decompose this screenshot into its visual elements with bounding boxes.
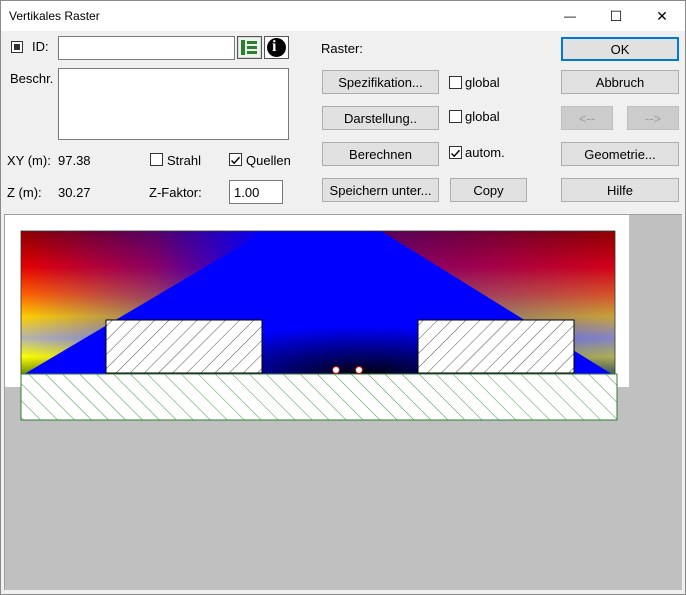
description-textarea[interactable] (58, 68, 289, 140)
minimize-button[interactable]: — (547, 1, 593, 31)
autom-label: autom. (465, 145, 505, 160)
global-spez-label: global (465, 75, 500, 90)
berechnen-button[interactable]: Berechnen (322, 142, 439, 166)
raster-label: Raster: (321, 41, 363, 56)
z-value: 30.27 (58, 185, 91, 200)
autom-checkbox[interactable] (449, 146, 462, 159)
dialog-window: Vertikales Raster — ☐ ✕ ID: i Beschr. XY… (0, 0, 686, 595)
speichern-unter-button[interactable]: Speichern unter... (322, 178, 439, 202)
minimize-icon: — (564, 9, 576, 23)
darstellung-button[interactable]: Darstellung.. (322, 106, 439, 130)
quellen-checkbox[interactable] (229, 153, 242, 166)
id-toggle[interactable] (11, 41, 23, 53)
raster-view[interactable] (4, 214, 682, 590)
zfaktor-input[interactable] (229, 180, 283, 204)
global-darst-label: global (465, 109, 500, 124)
strahl-label: Strahl (167, 153, 201, 168)
info-icon[interactable]: i (264, 36, 289, 59)
hilfe-button[interactable]: Hilfe (561, 178, 679, 202)
abbruch-button[interactable]: Abbruch (561, 70, 679, 94)
maximize-button[interactable]: ☐ (593, 1, 639, 31)
info-glyph: i (272, 38, 277, 55)
global-darst-checkbox[interactable] (449, 110, 462, 123)
window-title: Vertikales Raster (9, 9, 100, 23)
next-button[interactable]: --> (627, 106, 679, 130)
copy-button[interactable]: Copy (450, 178, 527, 202)
building-left-hatch (105, 319, 263, 374)
ground-hatch (20, 373, 618, 421)
id-input[interactable] (58, 36, 235, 60)
quellen-label: Quellen (246, 153, 291, 168)
noise-map[interactable] (5, 215, 682, 590)
strahl-checkbox[interactable] (150, 153, 163, 166)
maximize-icon: ☐ (609, 7, 623, 24)
ok-button[interactable]: OK (561, 37, 679, 61)
building-right-hatch (417, 319, 575, 374)
checkmark-icon (450, 149, 461, 158)
close-button[interactable]: ✕ (639, 1, 685, 31)
geometrie-button[interactable]: Geometrie... (561, 142, 679, 166)
zfaktor-label: Z-Faktor: (149, 185, 202, 200)
close-icon: ✕ (656, 7, 668, 24)
tree-icon[interactable] (237, 36, 262, 59)
xy-label: XY (m): (7, 153, 51, 168)
z-label: Z (m): (7, 185, 42, 200)
xy-value: 97.38 (58, 153, 91, 168)
spezifikation-button[interactable]: Spezifikation... (322, 70, 439, 94)
global-spez-checkbox[interactable] (449, 76, 462, 89)
checkmark-icon (230, 156, 241, 165)
previous-button[interactable]: <-- (561, 106, 613, 130)
description-label: Beschr. (10, 71, 54, 86)
id-label: ID: (32, 39, 49, 54)
title-bar: Vertikales Raster — ☐ ✕ (1, 1, 685, 31)
